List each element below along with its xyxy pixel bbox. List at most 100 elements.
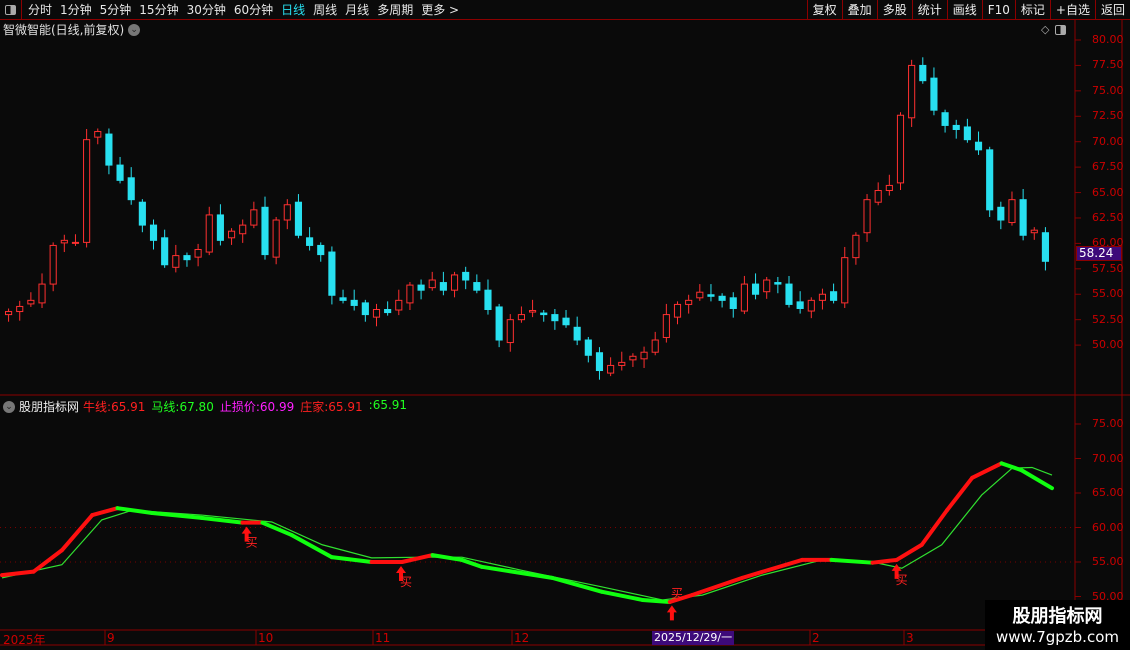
candle-down: [384, 309, 392, 314]
buy-signal-label: 买: [400, 575, 412, 589]
candle-down: [1041, 232, 1049, 262]
candle-down: [785, 283, 793, 305]
candle-down: [595, 352, 604, 372]
time-axis-label: 12: [514, 631, 530, 645]
candle-down: [930, 77, 938, 111]
candle-up: [60, 239, 68, 244]
candle-up: [662, 314, 670, 338]
price-axis-label: 62.50: [1092, 210, 1124, 224]
candle-up: [517, 314, 525, 321]
cursor-date: 2025/12/29/一: [652, 631, 734, 645]
candle-up: [607, 364, 615, 374]
candle-down: [573, 326, 581, 341]
price-axis-label: 80.00: [1092, 33, 1124, 46]
candle-up: [5, 311, 13, 316]
bull-line-segment: [115, 506, 155, 516]
buy-arrow-icon: [666, 605, 677, 621]
bull-line-segment: [945, 475, 975, 513]
candle-down: [439, 282, 447, 291]
price-axis-label: 55.00: [1092, 287, 1124, 301]
candle-down: [919, 64, 927, 82]
indicator-number: 60.99: [259, 400, 295, 414]
buy-signal-label: 买: [671, 586, 683, 600]
candle-up: [406, 284, 414, 304]
candle-down: [105, 133, 113, 166]
watermark-url: www.7gpzb.com: [996, 628, 1119, 646]
candle-up: [841, 257, 849, 304]
candle-up: [863, 199, 871, 234]
candle-down: [484, 289, 492, 311]
candle-down: [116, 164, 124, 181]
price-axis-label: 57.50: [1092, 261, 1124, 275]
price-axis-label: 75.00: [1092, 83, 1124, 97]
candle-up: [629, 355, 637, 361]
candle-down: [963, 126, 971, 141]
candle-down: [138, 201, 146, 226]
indicator-name: 股朋指标网: [19, 400, 80, 414]
candle-down: [417, 284, 425, 291]
indicator-number: 65.91: [328, 400, 363, 414]
price-axis-label: 72.50: [1092, 109, 1124, 123]
indicator-axis-label: 75.00: [1092, 417, 1124, 430]
candle-up: [428, 279, 436, 289]
indicator-label: 止损价:: [219, 400, 260, 414]
candle-up: [71, 241, 80, 244]
bull-line-segment: [430, 553, 464, 562]
indicator-value: :65.91: [369, 398, 407, 415]
indicator-number: 65.91: [111, 400, 146, 414]
buy-signal-label: 买: [246, 536, 258, 550]
ma-line: [1, 466, 1053, 601]
candle-up: [651, 339, 659, 353]
candle-up: [673, 303, 682, 318]
indicator-value: 庄家:65.91: [300, 398, 362, 415]
indicator-axis-label: 70.00: [1092, 451, 1124, 465]
candle-up: [38, 283, 46, 304]
candle-down: [473, 282, 481, 291]
candle-up: [818, 293, 827, 301]
bull-line-segment: [329, 555, 374, 564]
candle-up: [194, 249, 202, 258]
candle-down: [294, 201, 303, 236]
chevron-down-icon[interactable]: ⌄: [3, 400, 15, 413]
candle-up: [696, 291, 704, 299]
time-axis-label: 2: [812, 631, 820, 645]
candle-down: [127, 177, 135, 201]
candle-up: [506, 319, 514, 344]
candle-up: [250, 209, 258, 226]
candle-down: [751, 283, 760, 295]
candle-down: [361, 302, 369, 316]
chart-canvas[interactable]: 买买买买: [0, 0, 1130, 650]
bull-line-segment: [90, 506, 120, 518]
candle-up: [272, 219, 280, 258]
candle-down: [584, 339, 592, 356]
price-axis-label: 65.00: [1092, 185, 1124, 199]
candle-up: [49, 244, 57, 285]
candle-up: [1008, 199, 1016, 224]
candle-up: [16, 305, 24, 313]
bull-line-segment: [894, 542, 924, 562]
candle-down: [161, 237, 169, 266]
price-axis-label: 77.50: [1092, 58, 1124, 72]
indicator-value: 牛线:65.91: [83, 398, 145, 415]
candle-up: [450, 274, 459, 291]
indicator-axis-label: 65.00: [1092, 486, 1124, 499]
indicator-label: 庄家:: [300, 400, 329, 414]
time-axis-label: 3: [906, 631, 914, 645]
bull-line-segment: [829, 557, 875, 565]
candle-down: [540, 312, 548, 316]
bull-line-segment: [740, 557, 805, 580]
candle-down: [183, 255, 191, 261]
indicator-value: 马线:67.80: [151, 398, 213, 415]
indicator-title: ⌄ 股朋指标网 牛线:65.91 马线:67.80 止损价:60.99 庄家:65.9…: [3, 398, 407, 415]
candle-down: [997, 206, 1005, 221]
candle-down: [350, 299, 358, 306]
candle-up: [395, 299, 403, 311]
indicator-axis-label: 55.00: [1092, 555, 1124, 568]
candle-up: [27, 299, 35, 305]
indicator-value: 止损价:60.99: [220, 398, 294, 415]
candle-down: [952, 124, 960, 130]
candle-up: [1030, 229, 1038, 234]
candle-down: [261, 206, 269, 256]
candle-up: [372, 309, 381, 318]
candle-up: [283, 204, 291, 221]
